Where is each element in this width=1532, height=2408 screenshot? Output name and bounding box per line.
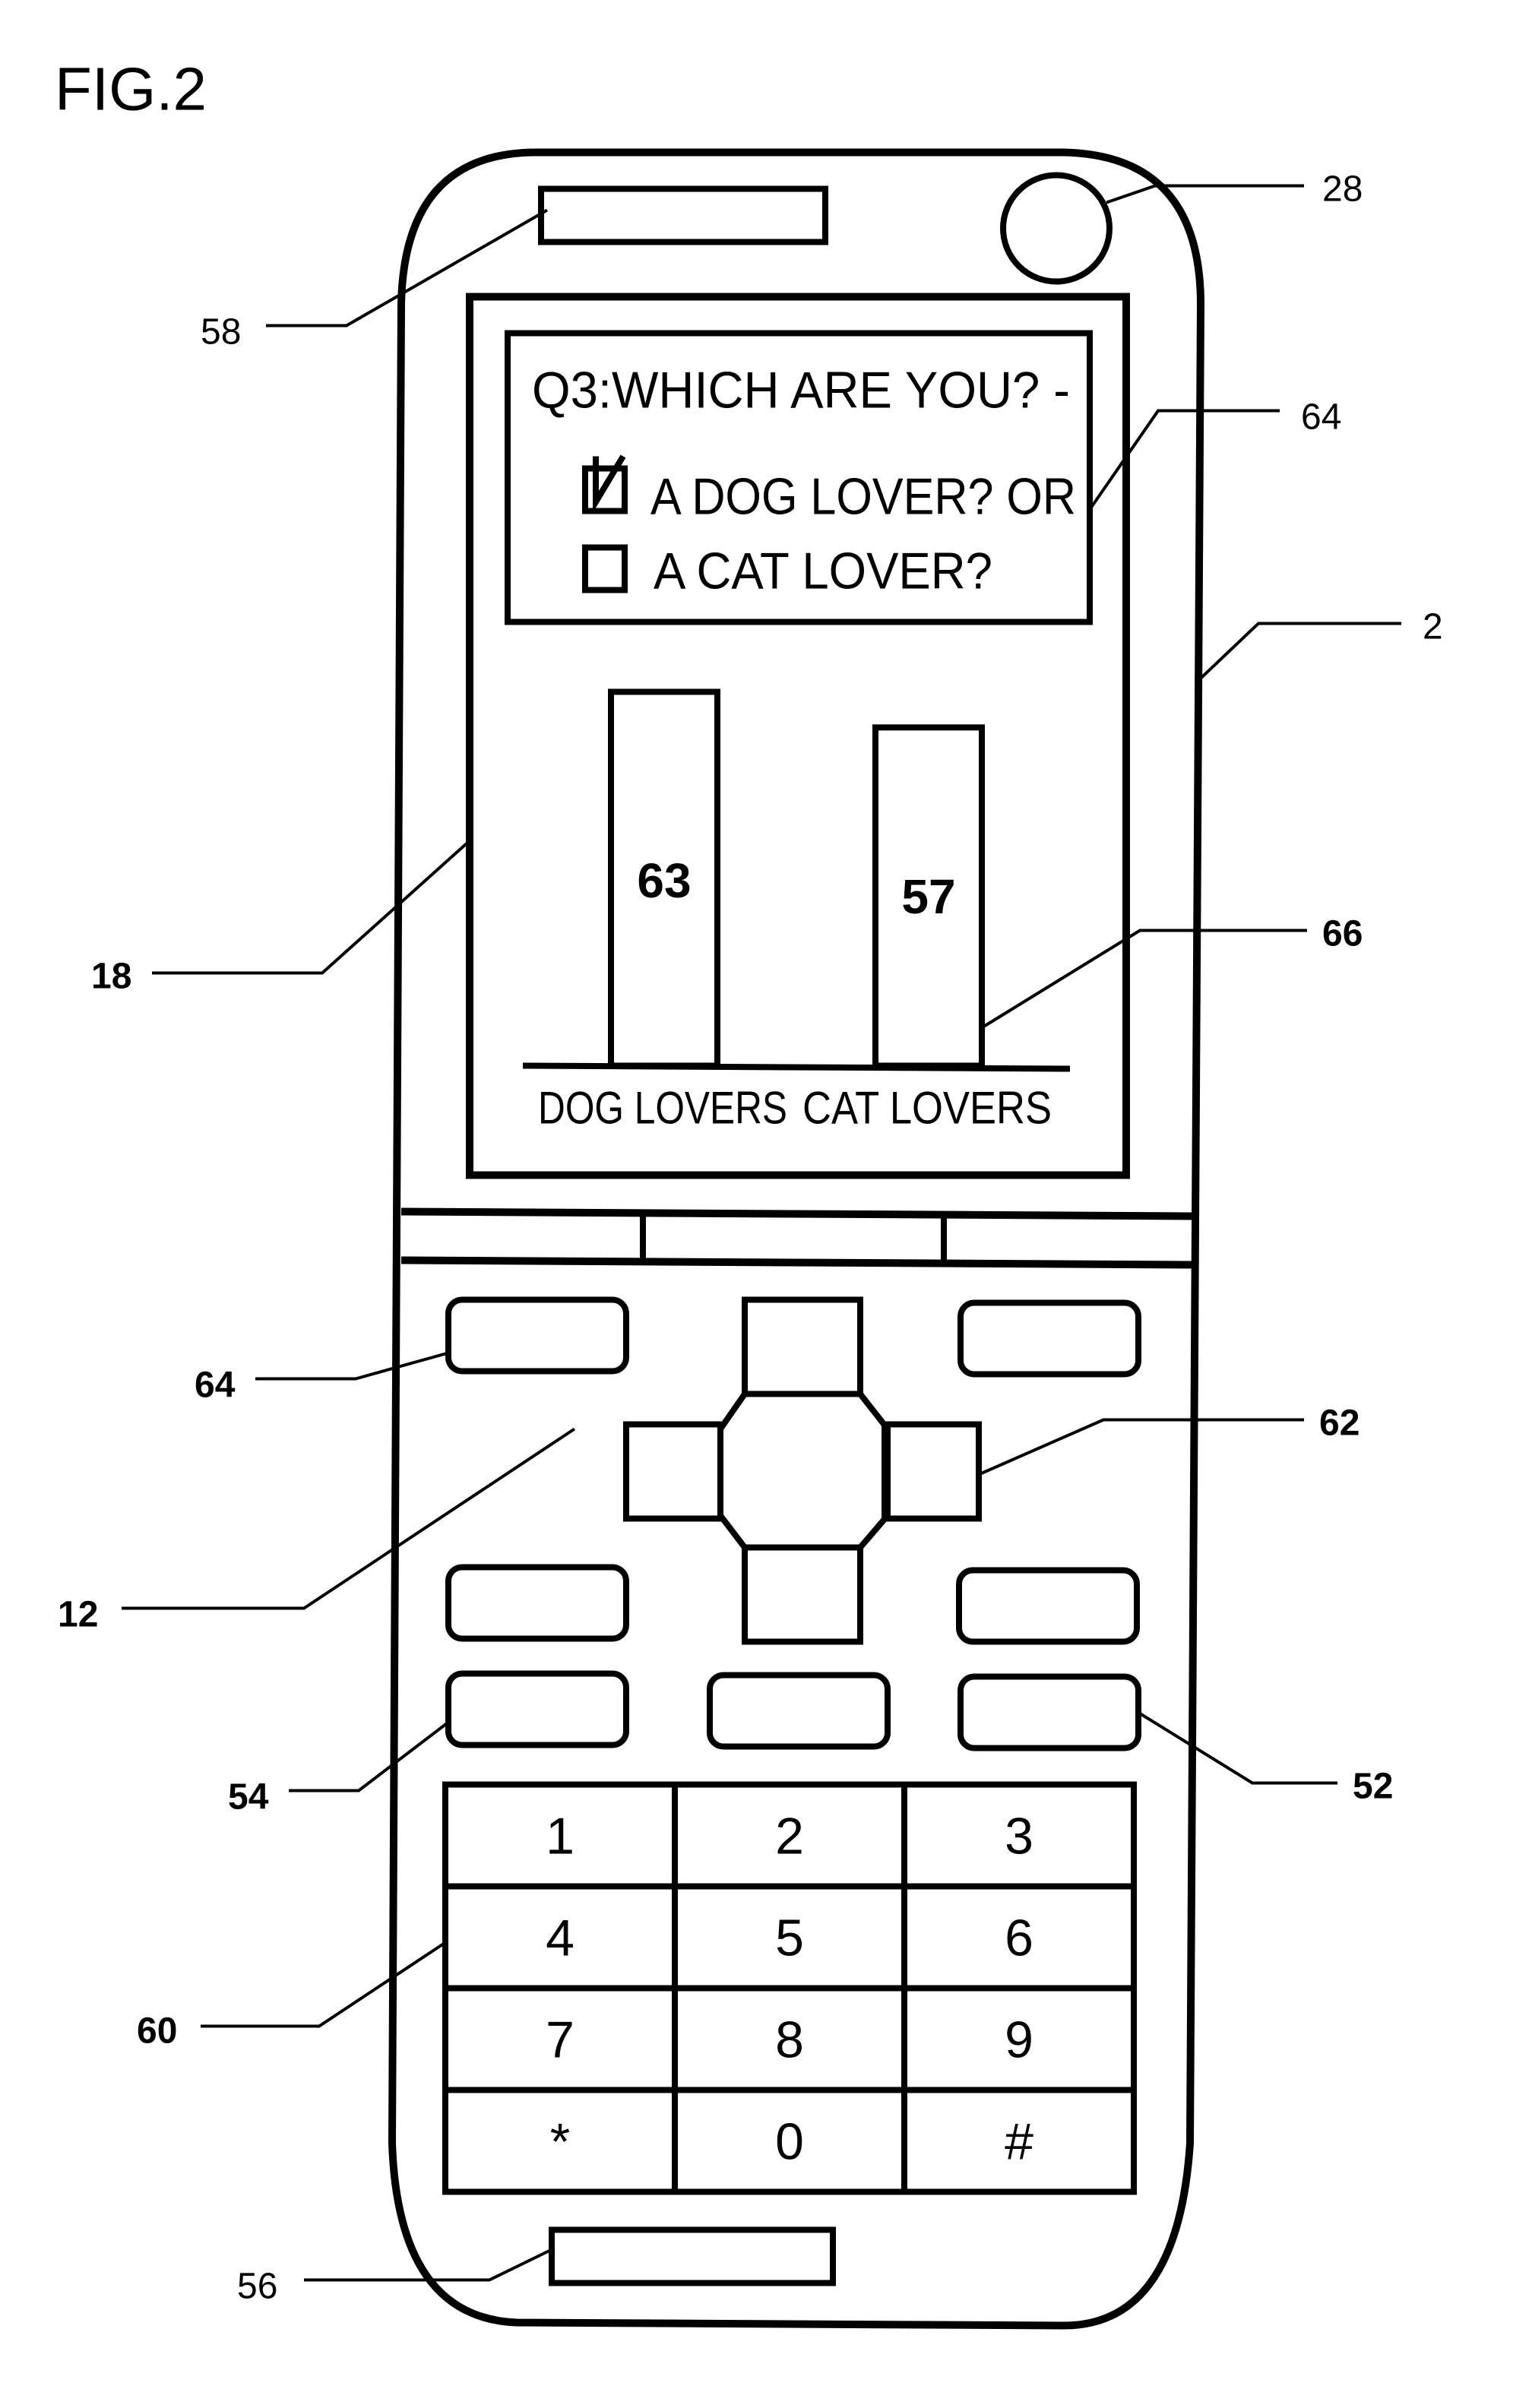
question-text: Q3:WHICH ARE YOU? -: [532, 362, 1070, 419]
hinge: [400, 1207, 1192, 1269]
cross-key-right[interactable]: [882, 1421, 982, 1522]
side-key-center[interactable]: [707, 1672, 891, 1750]
keypad-key-label: 7: [546, 2011, 574, 2069]
microphone: [549, 2226, 836, 2286]
side-key-right[interactable]: [958, 1673, 1141, 1751]
option-cat-lover-label: A CAT LOVER?: [654, 543, 992, 600]
leader-62: [978, 1418, 1304, 1476]
option-dog-lover[interactable]: A DOG LOVER? OR: [582, 454, 1076, 526]
ref-64-key: 64: [195, 1365, 236, 1406]
ref-28: 28: [1322, 169, 1363, 210]
ref-52: 52: [1353, 1767, 1393, 1807]
keypad-key-label: 1: [546, 1808, 574, 1865]
bar-value-label: 57: [901, 869, 955, 924]
checkbox-cat-lover[interactable]: [582, 544, 628, 593]
camera-lens: [1000, 172, 1113, 285]
chart-baseline: [522, 1062, 1071, 1072]
keypad-key-label: *: [550, 2113, 570, 2171]
leader-52: [1135, 1710, 1337, 1785]
keypad-key-label: #: [1005, 2113, 1033, 2171]
cross-key-left[interactable]: [623, 1421, 723, 1522]
patent-figure: FIG.2 Q3:WHICH ARE YOU? - A DOG LOVER? O…: [55, 55, 1443, 2330]
ref-62: 62: [1319, 1403, 1359, 1444]
ref-2: 2: [1423, 607, 1443, 647]
function-key-left[interactable]: [445, 1564, 629, 1642]
leader-2: [1196, 622, 1401, 682]
keypad-key-label: 5: [775, 1910, 804, 1967]
leader-60: [201, 1941, 447, 2028]
x-tick-label: CAT LOVERS: [802, 1083, 1052, 1134]
soft-key-right[interactable]: [958, 1299, 1141, 1378]
keypad-key-label: 9: [1005, 2011, 1033, 2069]
ref-18: 18: [91, 957, 131, 997]
cross-key-center[interactable]: [717, 1391, 891, 1551]
ref-54: 54: [228, 1777, 269, 1818]
function-key-right[interactable]: [956, 1567, 1140, 1645]
keypad-key-label: 4: [546, 1910, 574, 1967]
leader-18: [152, 840, 471, 975]
cross-key-down[interactable]: [742, 1544, 863, 1645]
ref-60: 60: [137, 2011, 177, 2052]
option-dog-lover-label: A DOG LOVER? OR: [650, 468, 1076, 526]
ref-12: 12: [58, 1595, 98, 1635]
leader-54: [289, 1720, 450, 1793]
leader-28: [1106, 184, 1304, 204]
keypad-key-label: 2: [775, 1808, 804, 1865]
soft-key-left[interactable]: [445, 1296, 629, 1375]
option-cat-lover[interactable]: A CAT LOVER?: [582, 543, 992, 600]
bar-value-label: 63: [637, 853, 691, 908]
leader-64-screen: [1088, 409, 1280, 511]
figure-title: FIG.2: [55, 55, 207, 123]
ref-66: 66: [1322, 914, 1363, 954]
hinge-line-bottom: [400, 1256, 1192, 1269]
ref-56: 56: [237, 2267, 277, 2307]
side-key-left[interactable]: [445, 1670, 629, 1748]
leader-12: [122, 1427, 576, 1610]
cross-key-up[interactable]: [742, 1296, 863, 1397]
ref-58: 58: [201, 312, 241, 353]
keypad-key-label: 8: [775, 2011, 804, 2069]
display-screen: [466, 293, 1130, 1179]
hinge-line-top: [400, 1207, 1192, 1220]
leader-66: [980, 929, 1307, 1030]
cross-key[interactable]: [623, 1296, 982, 1645]
numeric-keypad: 1 2 3 4 5 6 7 8 9 * 0 #: [442, 1781, 1137, 2195]
x-tick-label: DOG LOVERS: [538, 1083, 787, 1134]
ref-64-screen: 64: [1301, 397, 1341, 438]
leader-64-key: [255, 1351, 449, 1381]
keypad-key-label: 3: [1005, 1808, 1033, 1865]
checkmark-icon: [593, 454, 626, 513]
keypad-key-label: 6: [1005, 1910, 1033, 1967]
survey-result-chart: 63 DOG LOVERS 57 CAT LOVERS: [522, 688, 1071, 1134]
keypad-key-label: 0: [775, 2113, 804, 2171]
upper-speaker: [538, 185, 828, 245]
